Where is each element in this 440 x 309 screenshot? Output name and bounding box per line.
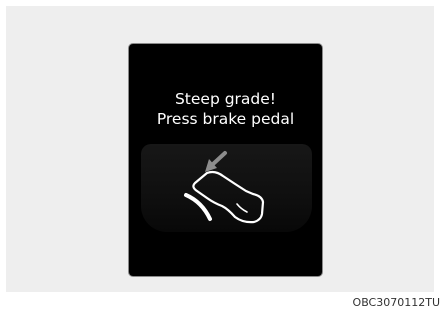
foot-icon — [192, 170, 265, 224]
figure-code: OBC3070112TU — [352, 296, 440, 309]
press-arrow-icon — [205, 151, 227, 172]
instrument-cluster-display: Steep grade! Press brake pedal — [128, 43, 323, 277]
foot-pressing-brake-pedal-icon — [184, 151, 265, 224]
